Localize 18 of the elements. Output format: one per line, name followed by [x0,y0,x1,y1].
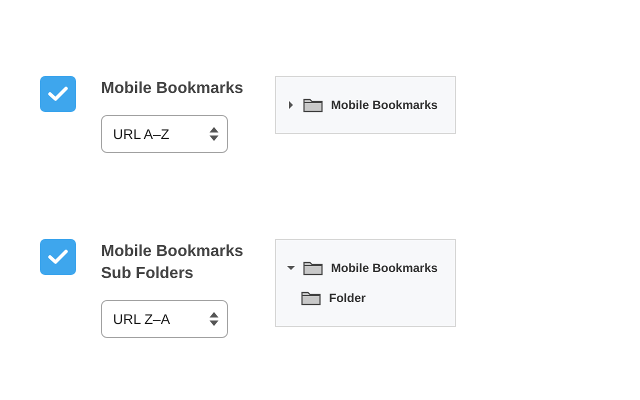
checkbox[interactable] [40,239,76,275]
checkbox[interactable] [40,76,76,112]
section-label: Mobile Bookmarks [101,79,244,99]
checkmark-icon [48,86,68,102]
folder-icon [301,290,321,306]
folder-label: Mobile Bookmarks [331,97,438,114]
sort-arrows-icon [209,126,219,142]
checkmark-icon [48,249,68,265]
folder-label: Folder [329,290,366,307]
caret-right-icon[interactable] [287,101,295,109]
folder-icon [303,97,323,113]
caret-down-icon[interactable] [287,264,295,272]
section-label: Mobile Bookmarks Sub Folders [101,242,244,284]
sort-select[interactable]: URL A–Z [101,115,228,153]
sort-select[interactable]: URL Z–A [101,300,228,338]
sort-arrows-icon [209,311,219,327]
folder-label: Mobile Bookmarks [331,260,438,277]
folder-icon [303,260,323,276]
